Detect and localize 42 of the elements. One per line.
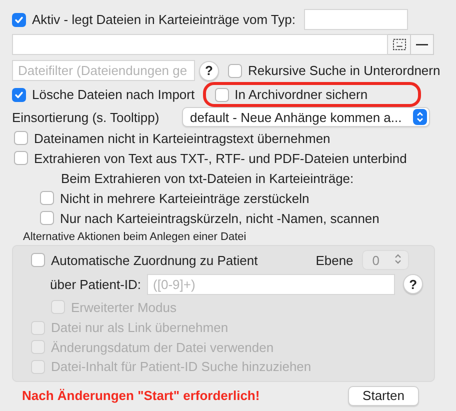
start-button[interactable]: Starten (348, 386, 419, 406)
checkbox[interactable] (228, 64, 242, 78)
checkbox-label: Erweiterter Modus (71, 300, 176, 314)
group-title: Alternative Aktionen beim Anlegen einer Datei (23, 230, 246, 242)
level-label: Ebene (316, 252, 354, 268)
stepper-icon (394, 252, 402, 264)
path-field[interactable] (12, 34, 388, 55)
help-button[interactable]: ? (199, 60, 219, 80)
remove-button[interactable] (411, 34, 434, 55)
checkbox[interactable] (14, 151, 28, 165)
checkbox-label: In Archivordner sichern (234, 87, 368, 102)
input-field[interactable] (304, 9, 408, 30)
checkbox-label: Dateinamen nicht in Karteieintragstext übernehmen (34, 130, 330, 146)
sorting-dropdown[interactable]: default - Neue Anhänge kommen a... (182, 107, 430, 127)
checkbox-label: Rekursive Suche in Unterordnern (248, 63, 440, 78)
patient-id-label: über Patient-ID: (50, 276, 142, 292)
checkbox[interactable] (40, 191, 54, 205)
checkbox-label: Datei-Inhalt für Patient-ID Suche hinzuziehen (51, 359, 312, 374)
filter-field[interactable]: Dateifilter (Dateiendungen ge (12, 60, 195, 81)
warning-text: Nach Änderungen "Start" erforderlich! (22, 388, 261, 403)
checkbox[interactable] (14, 131, 28, 145)
document-icon (392, 38, 406, 51)
checkbox[interactable] (12, 12, 26, 26)
minus-icon (416, 44, 428, 46)
checkbox[interactable] (12, 88, 26, 102)
checkbox-label: Nicht in mehrere Karteieinträge zerstückeln (60, 190, 310, 206)
checkbox[interactable] (31, 253, 45, 267)
checkbox-label: Aktiv - legt Dateien in Karteieinträge vom Typ: (32, 12, 296, 27)
checkbox-label: Automatische Zuordnung zu Patient (51, 252, 258, 268)
help-button[interactable]: ? (403, 274, 424, 294)
checkbox-label: Extrahieren von Text aus TXT-, RTF- und PDF-Dateien unterbind (34, 150, 407, 166)
checkbox-label: Nur nach Karteieintragskürzeln, nicht -Namen, scannen (60, 210, 380, 226)
checkbox-label: Datei nur als Link übernehmen (51, 320, 228, 336)
patient-id-field[interactable]: ([0-9]+) (147, 274, 396, 294)
stepper-icon (413, 109, 427, 125)
checkbox[interactable] (40, 211, 54, 225)
sorting-label: Einsortierung (s. Tooltipp) (12, 110, 160, 124)
section-heading: Beim Extrahieren von txt-Dateien in Karteieinträge: (61, 170, 354, 186)
browse-button[interactable] (388, 34, 411, 55)
checkbox-label: Lösche Dateien nach Import (32, 87, 195, 102)
checkbox-label: Änderungsdatum der Datei verwenden (51, 340, 274, 355)
checkbox[interactable] (214, 88, 229, 102)
